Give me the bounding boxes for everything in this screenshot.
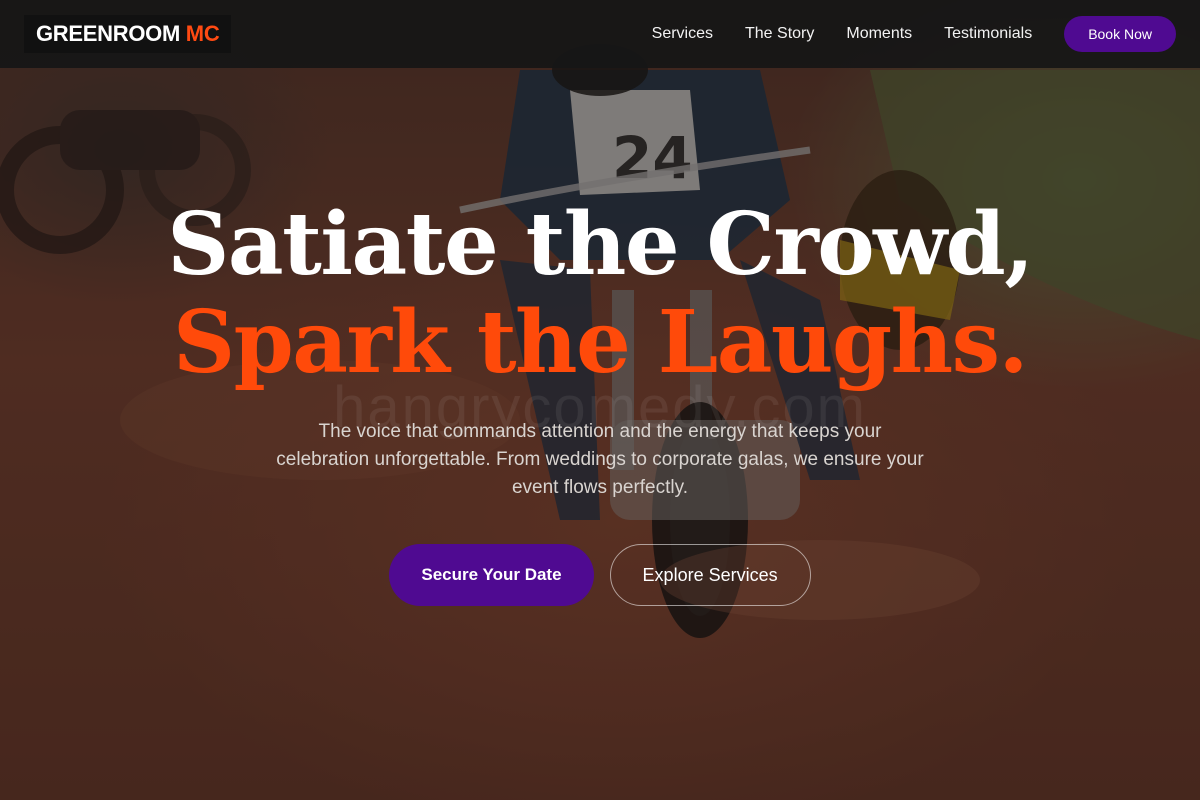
top-navbar: GREENROOM MC Services The Story Moments … — [0, 0, 1200, 68]
hero-headline: Satiate the Crowd, Spark the Laughs. — [0, 196, 1200, 392]
secure-your-date-button[interactable]: Secure Your Date — [389, 544, 594, 606]
brand-logo[interactable]: GREENROOM MC — [24, 15, 232, 53]
nav-link-the-story[interactable]: The Story — [745, 25, 814, 43]
nav-link-moments[interactable]: Moments — [846, 25, 912, 43]
brand-name: GREENROOM — [36, 21, 180, 46]
explore-services-button[interactable]: Explore Services — [609, 544, 811, 606]
hero-cta-row: Secure Your Date Explore Services — [0, 544, 1200, 606]
brand-name-accent: MC — [185, 21, 220, 46]
nav-right-group: Services The Story Moments Testimonials … — [652, 16, 1176, 52]
book-now-button[interactable]: Book Now — [1064, 16, 1176, 52]
hero-section: Satiate the Crowd, Spark the Laughs. The… — [0, 196, 1200, 606]
hero-headline-line2: Spark the Laughs. — [173, 292, 1028, 393]
nav-link-services[interactable]: Services — [652, 25, 713, 43]
nav-links: Services The Story Moments Testimonials — [652, 25, 1033, 43]
hero-subtext: The voice that commands attention and th… — [276, 421, 924, 498]
nav-link-testimonials[interactable]: Testimonials — [944, 25, 1032, 43]
hero-headline-line1: Satiate the Crowd, — [167, 194, 1034, 295]
